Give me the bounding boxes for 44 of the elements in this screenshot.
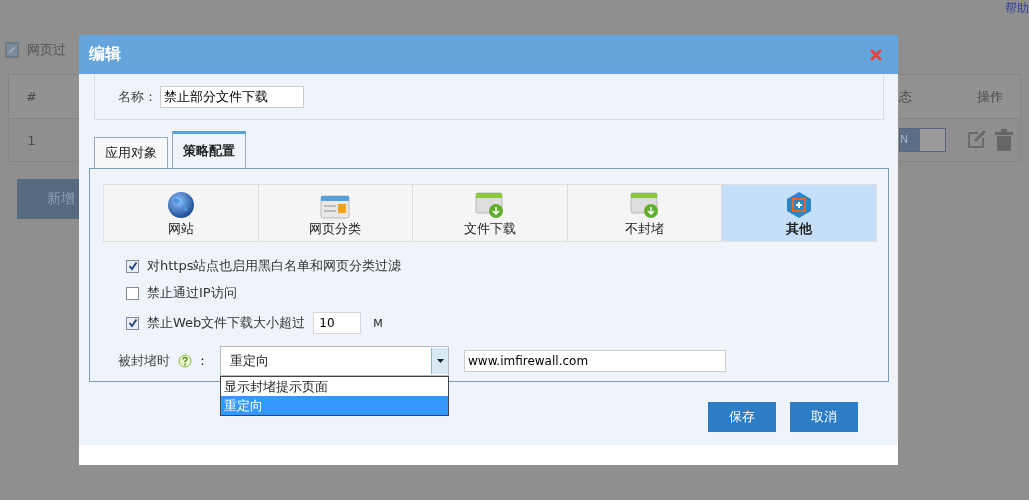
- action-select[interactable]: 重定向: [220, 346, 449, 376]
- category-tile[interactable]: 不封堵: [567, 185, 723, 241]
- option-label: 禁止Web文件下载大小超过: [147, 314, 306, 332]
- category-tile[interactable]: 网页分类: [258, 185, 414, 241]
- download-icon: [629, 191, 660, 219]
- tile-label: 其他: [786, 220, 813, 238]
- document-icon: [5, 42, 19, 58]
- tile-label: 不封堵: [625, 220, 665, 238]
- column-header: 操作: [976, 87, 1004, 106]
- dropdown-option[interactable]: 显示封堵提示页面: [221, 377, 448, 396]
- blocked-label: 被封堵时: [118, 352, 170, 370]
- dialog-title: 编辑: [89, 44, 121, 65]
- column-header: 态: [899, 87, 913, 106]
- hexagon-icon: [786, 191, 813, 219]
- option-label: 禁止通过IP访问: [147, 284, 237, 302]
- tile-label: 网站: [167, 220, 194, 238]
- globe-icon: [166, 191, 195, 219]
- dialog-button[interactable]: 取消: [790, 402, 858, 432]
- caret-icon: [436, 359, 444, 363]
- trash-icon[interactable]: [994, 128, 1014, 152]
- column-header: #: [25, 89, 38, 104]
- name-label: 名称：: [118, 87, 157, 106]
- tab[interactable]: 应用对象: [94, 137, 168, 168]
- category-tile[interactable]: 网站: [104, 185, 259, 241]
- checkbox[interactable]: [126, 259, 139, 273]
- unit-label: M: [373, 316, 383, 330]
- option-label: 对https站点也启用黑白名单和网页分类过滤: [147, 257, 402, 275]
- tab[interactable]: 策略配置: [172, 131, 246, 168]
- category-tile[interactable]: 其他: [722, 185, 876, 241]
- card-icon: [320, 195, 351, 219]
- download-icon: [475, 191, 505, 219]
- dialog-button[interactable]: 保存: [708, 402, 776, 432]
- table-cell-text: 1: [26, 132, 37, 148]
- name-input[interactable]: 禁止部分文件下载: [160, 85, 304, 108]
- checkbox[interactable]: [126, 286, 139, 300]
- colon-label: ：: [196, 352, 210, 370]
- size-input[interactable]: 10: [313, 312, 362, 334]
- checkbox[interactable]: [126, 316, 139, 330]
- tile-label: 网页分类: [309, 220, 362, 238]
- url-input[interactable]: www.imfirewall.com: [464, 350, 726, 372]
- help-icon[interactable]: [178, 354, 192, 368]
- tile-label: 文件下载: [464, 220, 516, 238]
- page-title: 网页过: [27, 41, 66, 59]
- category-tile[interactable]: 文件下载: [413, 185, 568, 241]
